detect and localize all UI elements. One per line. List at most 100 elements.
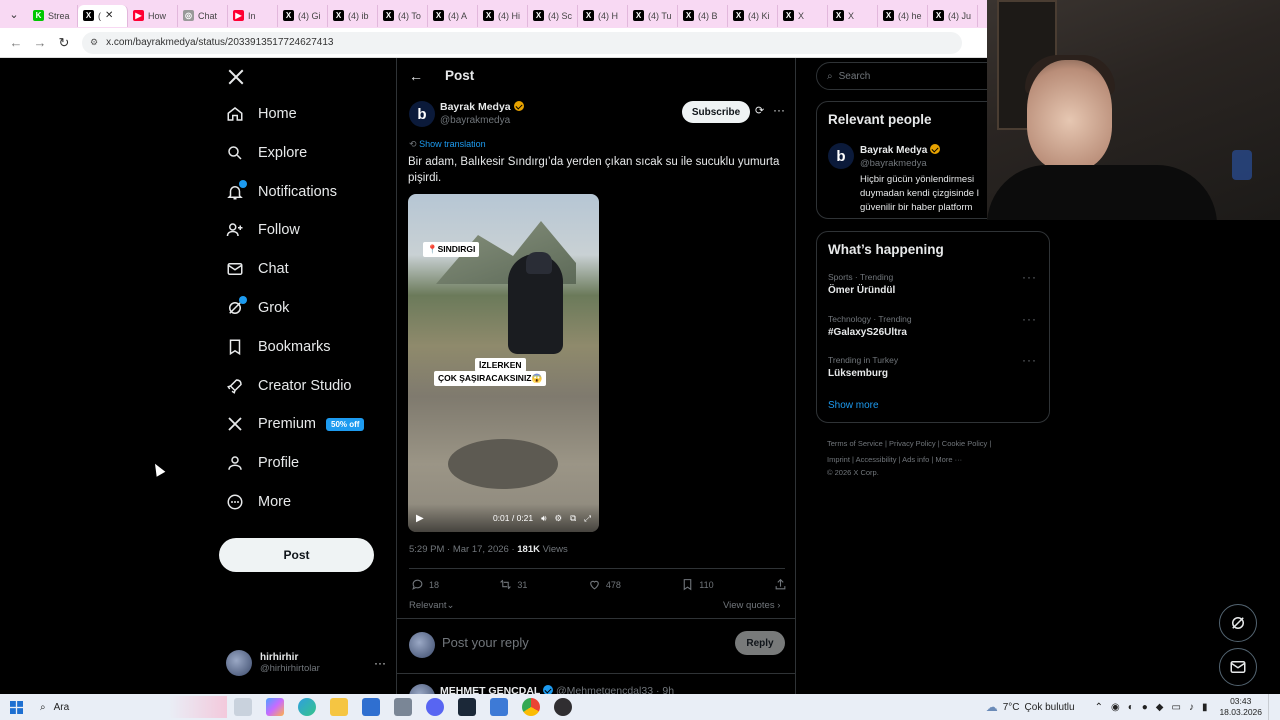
browser-tab[interactable]: X (4) Gi [278,4,328,27]
url-field[interactable]: ⚙ x.com/bayrakmedya/status/2033913517724… [82,31,962,54]
show-translation-link[interactable]: ⟲ Show translation [409,139,486,150]
grok-icon[interactable]: ⟳ [755,104,764,117]
browser-tab[interactable]: ▶ In [228,4,278,27]
author-avatar[interactable]: b [409,101,435,127]
reply-author-avatar[interactable] [409,684,435,694]
reply-input[interactable]: Post your reply [442,635,529,650]
author-handle[interactable]: @bayrakmedya [440,115,510,126]
browser-tab[interactable]: X (4) Hi [478,4,528,27]
show-more-link[interactable]: Show more [828,400,879,411]
footer-link[interactable]: Privacy Policy [889,439,936,448]
footer-link[interactable]: Imprint [827,455,850,464]
show-desktop-button[interactable] [1268,694,1280,720]
trend-item[interactable]: Lüksemburg [828,368,888,379]
account-switcher[interactable]: hirhirhir @hirhirhirtolar ··· [226,648,386,678]
browser-tab[interactable]: K Strea [28,4,78,27]
browser-tab[interactable]: X (✕ [78,4,128,27]
browser-tab[interactable]: X (4) ib [328,4,378,27]
author-name[interactable]: Bayrak Medya [440,101,524,113]
browser-tab[interactable]: X (4) Sc [528,4,578,27]
store-icon[interactable] [394,698,412,716]
reply-action[interactable]: 18 [411,578,439,591]
trend-item[interactable]: Ömer Üründül [828,285,895,296]
fullscreen-icon[interactable]: ⤢ [584,513,591,524]
outlook-icon[interactable] [362,698,380,716]
bookmark-action[interactable]: 110 [681,578,714,591]
repost-action[interactable]: 31 [499,578,527,591]
tab-close-icon[interactable]: ✕ [105,10,113,21]
edge-icon[interactable] [298,698,316,716]
trend-more-icon[interactable]: ··· [1022,270,1037,284]
back-arrow-icon[interactable]: ← [409,68,423,84]
windows-start-icon[interactable] [0,700,32,714]
video-player[interactable]: 📍SINDIRGI İZLERKEN ÇOK ŞAŞIRACAKSINIZ😱 ▶… [408,194,599,532]
steam-icon[interactable] [458,698,476,716]
sort-dropdown[interactable]: Relevant⌄ [409,600,454,611]
footer-link[interactable]: More ··· [935,455,962,464]
nav-item-explore[interactable]: Explore [226,144,307,162]
relevant-name[interactable]: Bayrak Medya [860,144,941,156]
nav-item-chat[interactable]: Chat [226,260,289,278]
app-icon[interactable] [490,698,508,716]
messages-fab-button[interactable] [1219,648,1257,686]
site-info-icon[interactable]: ⚙ [90,37,98,48]
footer-link[interactable]: Cookie Policy [942,439,987,448]
account-more-icon[interactable]: ··· [374,656,386,670]
discord-icon[interactable] [426,698,444,716]
clock[interactable]: 03:43 18.03.2026 [1219,696,1262,718]
chrome-icon[interactable] [522,698,540,716]
view-quotes-link[interactable]: View quotes › [723,600,780,611]
browser-tab[interactable]: ▶ How [128,4,178,27]
pip-icon[interactable]: ⧉ [570,513,576,524]
browser-tab[interactable]: XX [778,4,828,27]
reload-icon[interactable]: ↻ [52,31,76,55]
nav-item-notifications[interactable]: Notifications [226,179,337,201]
browser-tab[interactable]: X (4) H [578,4,628,27]
nav-item-more[interactable]: More [226,493,291,511]
reply-button[interactable]: Reply [735,631,785,655]
browser-tab[interactable]: ◎ Chat [178,4,228,27]
task-view-icon[interactable] [234,698,252,716]
footer-link[interactable]: Ads info [902,455,929,464]
play-icon[interactable]: ▶ [416,513,424,524]
nav-item-premium[interactable]: Premium 50% off [226,415,365,433]
nav-item-bookmarks[interactable]: Bookmarks [226,338,331,356]
tray-icons[interactable]: ⌃ ◉ ◐ ● ◆ ▭ ♪ ▮ [1095,702,1208,713]
footer-link[interactable]: Terms of Service [827,439,883,448]
subscribe-button[interactable]: Subscribe [682,101,750,123]
nav-item-creator-studio[interactable]: Creator Studio [226,377,352,395]
nav-item-follow[interactable]: Follow [226,221,300,239]
file-explorer-icon[interactable] [330,698,348,716]
settings-icon[interactable]: ⚙ [554,513,562,524]
browser-tab[interactable]: X (4) To [378,4,428,27]
trend-item[interactable]: #GalaxyS26Ultra [828,327,907,338]
copilot-icon[interactable] [266,698,284,716]
post-more-icon[interactable]: ··· [773,103,785,117]
back-icon[interactable]: ← [4,31,28,55]
relevant-avatar[interactable]: b [828,143,854,169]
reply-author[interactable]: MEHMET GENÇDAL @Mehmetgencdal33 · 9h [440,685,674,694]
volume-icon[interactable]: 🔊︎ [541,513,546,524]
nav-item-grok[interactable]: Grok [226,296,289,317]
nav-item-home[interactable]: Home [226,105,297,123]
tab-search-icon[interactable]: ⌄ [0,0,28,28]
x-logo-icon[interactable] [227,68,245,86]
share-action[interactable] [774,578,787,591]
trend-more-icon[interactable]: ··· [1022,353,1037,367]
grok-fab-button[interactable] [1219,604,1257,642]
obs-icon[interactable] [554,698,572,716]
browser-tab[interactable]: X (4) Ki [728,4,778,27]
footer-link[interactable]: Accessibility [856,455,897,464]
browser-tab[interactable]: X (4) he [878,4,928,27]
browser-tab[interactable]: X (4) Tu [628,4,678,27]
taskbar-search[interactable]: ⌕ Ara [32,696,227,718]
trend-more-icon[interactable]: ··· [1022,312,1037,326]
browser-tab[interactable]: XX [828,4,878,27]
browser-tab[interactable]: X (4) B [678,4,728,27]
browser-tab[interactable]: X (4) Ju [928,4,978,27]
nav-item-profile[interactable]: Profile [226,454,299,472]
weather-widget[interactable]: ☁ 7°C Çok bulutlu [986,700,1075,714]
search-input[interactable]: ⌕ Search [816,62,1016,90]
forward-icon[interactable]: → [28,31,52,55]
browser-tab[interactable]: X (4) A [428,4,478,27]
